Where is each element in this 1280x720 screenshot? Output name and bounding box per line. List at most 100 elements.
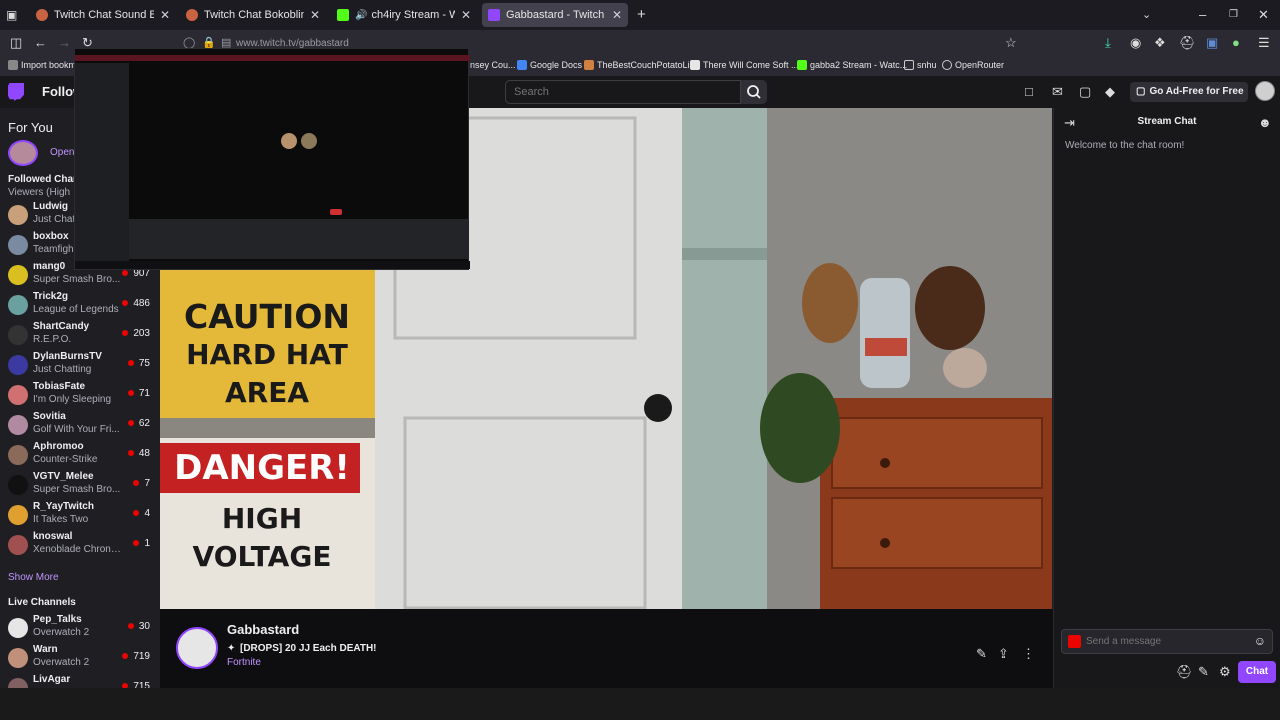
bookmark-star-icon[interactable]: ☆ [1005,30,1017,56]
search-input[interactable] [505,80,741,104]
minimize-icon[interactable]: – [1199,2,1206,28]
emote-icon[interactable]: ☺ [1254,634,1266,648]
sidebar-channel-item[interactable]: LivAgar 715 [0,673,160,688]
channel-game: Overwatch 2 [33,627,90,638]
chat-welcome: Welcome to the chat room! [1065,140,1185,151]
chevron-down-icon[interactable]: ⌄ [1142,2,1151,28]
channel-avatar [8,325,28,345]
tab-list-icon[interactable]: ▣ [6,2,17,28]
tab-ch4iry[interactable]: 🔊 ch4iry Stream - Watch Live ✕ [331,3,477,27]
open-link[interactable]: Open [50,147,74,158]
viewer-count: 4 [133,508,150,519]
drops-icon: ✦ [227,643,236,654]
close-icon[interactable]: ✕ [310,8,320,22]
sidebar-channel-item[interactable]: DylanBurnsTV Just Chatting 75 [0,350,160,380]
new-tab-icon[interactable]: + [637,2,646,28]
puzzle-icon[interactable]: ❖ [1154,30,1166,56]
settings-icon[interactable]: ⚙ [1219,659,1231,685]
sidebar-channel-item[interactable]: Pep_Talks Overwatch 2 30 [0,613,160,643]
channel-name: R_YayTwitch [33,501,94,512]
edit-icon[interactable]: ✎ [976,641,987,667]
ad-free-label: Go Ad-Free for Free [1149,86,1244,97]
channel-name: Aphromoo [33,441,84,452]
close-icon[interactable]: ✕ [612,8,622,22]
twitch-logo-icon[interactable] [8,83,24,101]
back-icon[interactable]: ← [34,30,47,56]
channel-name: boxbox [33,231,69,242]
inbox-icon[interactable]: ✉ [1052,79,1063,105]
channel-name: ShartCandy [33,321,90,332]
bookmark-label: OpenRouter [955,60,1005,70]
live-dot-icon [127,360,134,367]
chat-message-input[interactable] [1086,632,1246,651]
close-icon[interactable]: ✕ [461,8,471,22]
channel-avatar[interactable] [176,627,218,669]
caution-text: CAUTION [184,297,350,336]
user-avatar[interactable] [1255,81,1275,101]
sidebar-channel-item[interactable]: TobiasFate I'm Only Sleeping 71 [0,380,160,410]
go-ad-free-button[interactable]: ▢ Go Ad-Free for Free [1130,82,1248,102]
extension-icon[interactable]: ◉ [1130,30,1141,56]
chat-input-box[interactable]: ☺ [1061,629,1273,654]
sidebar-channel-item[interactable]: Warn Overwatch 2 719 [0,643,160,673]
bookmark-couchpotato[interactable]: TheBestCouchPotatoList [584,60,697,70]
close-window-icon[interactable]: ✕ [1258,2,1269,28]
game-link[interactable]: Fortnite [227,657,261,668]
pip-hangup-button [330,209,342,215]
viewer-count-value: 48 [138,448,150,459]
bits-icon[interactable]: ◆ [1105,79,1115,105]
menu-icon[interactable]: ☰ [1258,30,1270,56]
close-icon[interactable]: ✕ [160,8,170,22]
tab-bokoblin[interactable]: Twitch Chat Bokoblin Spawner ✕ [180,3,326,27]
viewer-count-value: 486 [133,298,150,309]
picture-in-picture-window[interactable] [74,48,470,270]
bookmark-nsey[interactable]: nsey Cou... [470,60,516,70]
viewer-count-value: 715 [133,681,150,688]
viewer-count-value: 4 [144,508,150,519]
channel-name[interactable]: Gabbastard [227,622,299,637]
live-dot-icon [127,420,134,427]
bitwarden-icon[interactable]: ▣ [1206,30,1218,56]
search-button[interactable] [741,80,767,104]
viewer-count: 30 [127,621,150,632]
sidebar-channel-item[interactable]: Aphromoo Counter-Strike 48 [0,440,160,470]
ublock-icon[interactable]: ⛑ [1179,30,1196,56]
pencil-icon[interactable]: ✎ [1198,659,1209,685]
sidebar-channel-item[interactable]: Trick2g League of Legends 486 [0,290,160,320]
bookmark-openrouter[interactable]: OpenRouter [942,60,1004,70]
sidebar-channel-item[interactable]: knoswal Xenoblade Chroni... 1 [0,530,160,560]
tab-gabbastard[interactable]: Gabbastard - Twitch ✕ [482,3,628,27]
show-more-link[interactable]: Show More [8,572,59,583]
whispers-icon[interactable]: ▢ [1079,79,1091,105]
more-options-icon[interactable]: ⋮ [1022,641,1035,667]
viewer-count-value: 30 [138,621,150,632]
bookmark-import[interactable]: Import bookm [8,60,76,70]
viewer-count: 486 [122,298,150,309]
download-icon[interactable]: ⤓ [1105,30,1111,56]
tab-sound-bot[interactable]: Twitch Chat Sound Bot Integrat ✕ [30,3,176,27]
forward-icon[interactable]: → [58,30,71,56]
twitch-icon [488,9,500,21]
sidebar-channel-item[interactable]: Sovitia Golf With Your Fri... 62 [0,410,160,440]
bookmark-snhu[interactable]: snhu [904,60,937,70]
for-you-avatar[interactable] [8,140,38,166]
bookmark-soft-rains[interactable]: There Will Come Soft ... [690,60,799,70]
prime-loot-icon[interactable]: □ [1025,79,1033,105]
color-extension-icon[interactable]: ● [1232,30,1240,56]
viewer-count-value: 203 [133,328,150,339]
sidebar-channel-item[interactable]: R_YayTwitch It Takes Two 4 [0,500,160,530]
maximize-icon[interactable]: ❐ [1229,2,1238,28]
bookmark-gabba2[interactable]: gabba2 Stream - Watc... [797,60,907,70]
viewer-count: 7 [133,478,150,489]
chat-panel: ⇥ Stream Chat ☻ Welcome to the chat room… [1053,108,1280,688]
shield-mod-icon[interactable]: ⛑ [1176,659,1193,685]
sidebar-channel-item[interactable]: VGTV_Melee Super Smash Bro... 7 [0,470,160,500]
sidebar-channel-item[interactable]: ShartCandy R.E.P.O. 203 [0,320,160,350]
channel-avatar [8,475,28,495]
share-icon[interactable]: ⇪ [998,641,1009,667]
sidebar-toggle-icon[interactable]: ◫ [10,30,22,56]
chat-button[interactable]: Chat [1238,661,1276,683]
bookmark-label: TheBestCouchPotatoList [597,60,697,70]
bookmark-google-docs[interactable]: Google Docs [517,60,582,70]
users-icon[interactable]: ☻ [1258,110,1272,136]
